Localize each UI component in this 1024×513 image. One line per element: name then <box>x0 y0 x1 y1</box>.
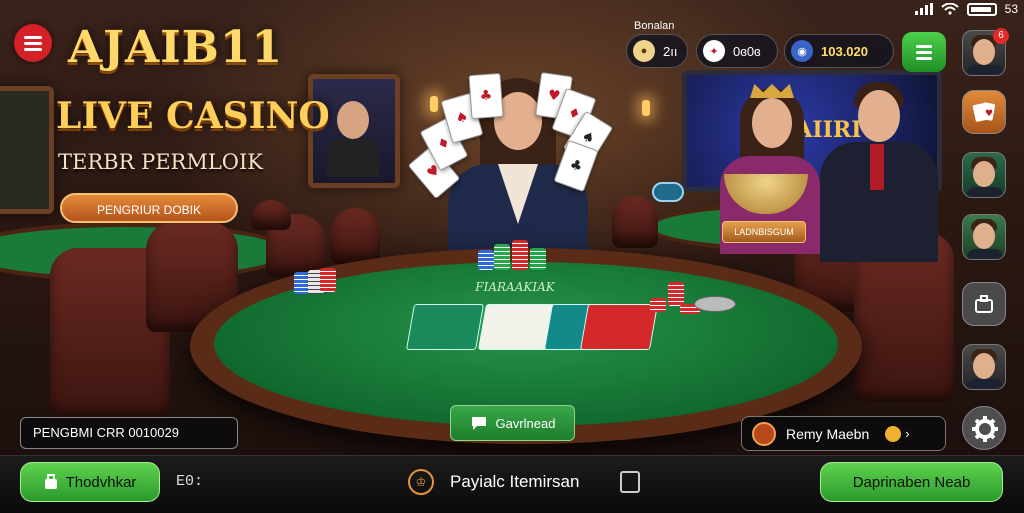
balance-pill[interactable]: ◉ 103.020 <box>784 34 894 68</box>
list-menu-button[interactable] <box>902 32 946 72</box>
dealer-man <box>806 80 946 262</box>
stat2-value: 0ɞ0ɞ <box>733 43 761 59</box>
chat-bubble-icon <box>471 417 486 430</box>
gear-icon <box>972 416 998 442</box>
bag-button[interactable] <box>962 282 1006 326</box>
left-action-button[interactable]: Thodvhkar <box>20 462 160 502</box>
brand-tagline: TERBR PERMLOIK <box>58 150 263 174</box>
wall-monitor-left <box>0 86 54 214</box>
stat-pill-1[interactable]: ● 2ıı <box>626 34 688 68</box>
player-info[interactable]: Remy Maebn › <box>741 416 946 451</box>
table-id-box: PENGBMI CRR 0010029 <box>20 417 238 449</box>
wall-lamp <box>642 100 650 116</box>
wifi-icon <box>940 3 959 15</box>
user-label: Bonalan <box>634 20 675 32</box>
chevron-right-icon: › <box>905 426 910 441</box>
svg-text:♥: ♥ <box>985 109 993 119</box>
chair <box>251 200 291 230</box>
left-button-label: Thodvhkar <box>65 473 137 491</box>
coin-icon <box>885 425 902 442</box>
chat-button-label: Gavrlnead <box>495 415 556 431</box>
status-bar: 53 <box>914 0 1018 18</box>
player-emblem-icon <box>752 421 776 446</box>
user-icon: ● <box>633 40 655 62</box>
status-text: 53 <box>1004 2 1018 16</box>
right-action-button[interactable]: Daprinaben Neab <box>820 462 1003 502</box>
felt-title: FIARAAKIAK <box>475 280 555 294</box>
history-icon[interactable] <box>620 471 640 493</box>
dealer-sign: LADNBISGUM <box>722 221 806 243</box>
playing-cards-icon: ♥ <box>972 102 995 122</box>
avatar-player-2[interactable] <box>962 152 1006 198</box>
promo-button[interactable]: PENGRIUR DOBIK <box>60 193 238 223</box>
coin-icon: ◉ <box>791 40 813 62</box>
signal-icon <box>914 3 933 15</box>
bet-area-player[interactable] <box>405 304 485 350</box>
briefcase-icon <box>975 295 993 313</box>
cards-game-button[interactable]: ♥ <box>962 90 1006 134</box>
player-name: Remy Maebn <box>786 425 870 442</box>
small-indicator-bubble[interactable] <box>652 182 684 202</box>
chat-button[interactable]: Gavrlnead <box>450 405 575 441</box>
avatar-player-4[interactable] <box>962 344 1006 390</box>
settings-button[interactable] <box>962 406 1006 450</box>
bottom-bar: Thodvhkar E0: ♔ Payialc Itemirsan Daprin… <box>0 455 1024 513</box>
stat1-value: 2ıı <box>663 43 678 59</box>
center-label[interactable]: Payialc Itemirsan <box>450 472 579 492</box>
chip-icon: ✦ <box>703 40 725 62</box>
battery-icon <box>966 2 997 16</box>
chair <box>330 208 380 264</box>
notification-badge: 6 <box>993 28 1009 44</box>
brand-title: AJAIB11 <box>68 22 284 73</box>
hamburger-menu-button[interactable] <box>14 24 52 62</box>
avatar-player-3[interactable] <box>962 214 1006 260</box>
brand-subtitle: LIVE CASINO <box>56 95 330 137</box>
bag-icon <box>44 474 57 489</box>
stat-pill-2[interactable]: ✦ 0ɞ0ɞ <box>696 34 778 68</box>
trophy-icon: ♔ <box>408 469 434 495</box>
chair <box>612 196 658 248</box>
right-button-label: Daprinaben Neab <box>852 473 971 491</box>
counter-text: E0: <box>176 473 204 490</box>
bet-area-banker-red[interactable] <box>579 304 659 350</box>
balance-value: 103.020 <box>821 43 868 59</box>
